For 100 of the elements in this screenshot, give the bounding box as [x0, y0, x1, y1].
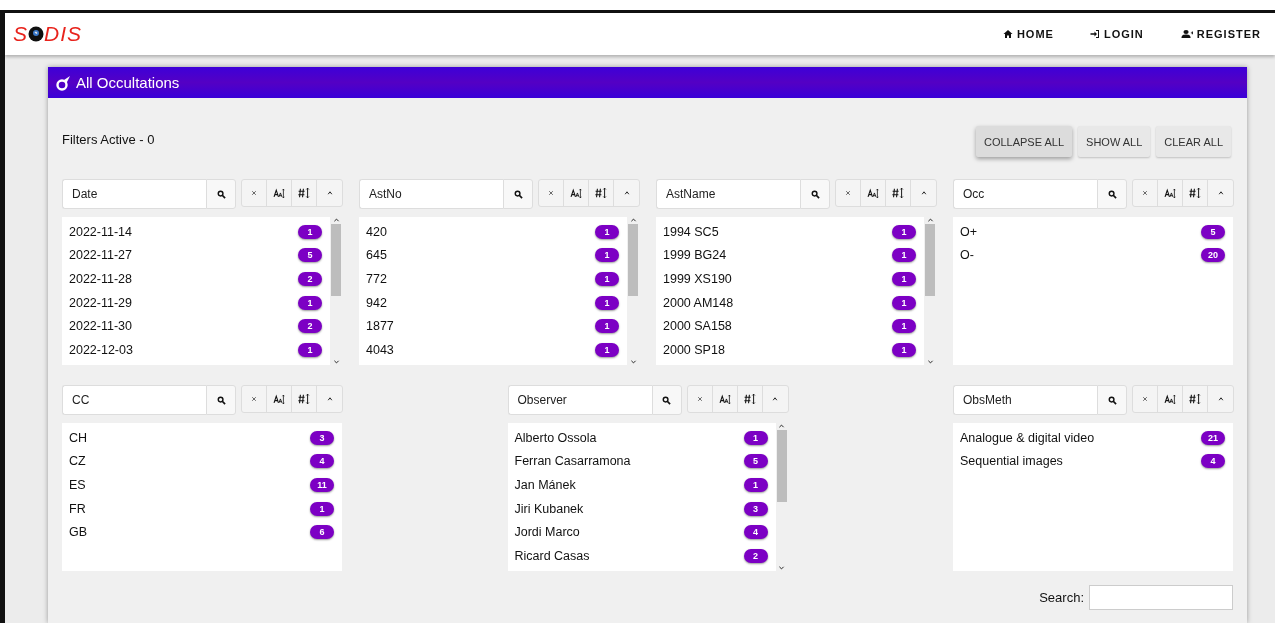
count-badge: 5 — [1201, 224, 1225, 239]
count-badge: 11 — [310, 478, 334, 492]
facet-value[interactable]: 1994 SC5 — [663, 224, 719, 239]
facet-value[interactable]: 2000 SP18 — [663, 342, 725, 357]
count-badge: 1 — [595, 295, 619, 310]
facet-value[interactable]: 4043 — [366, 342, 394, 357]
search-button[interactable] — [206, 385, 236, 415]
facet-value[interactable]: Jordi Marco — [514, 525, 580, 540]
facet-value[interactable]: Ferran Casarramona — [514, 454, 631, 469]
search-icon — [1107, 189, 1117, 199]
search-button[interactable] — [651, 385, 682, 415]
close-icon — [1142, 190, 1148, 196]
count-badge: 1 — [310, 501, 334, 516]
nav-link[interactable]: REGISTER — [1179, 28, 1261, 40]
count-badge: 3 — [310, 430, 334, 445]
facet-value[interactable]: 2022-11-27 — [69, 248, 132, 263]
facet-search-field[interactable]: CC — [62, 385, 206, 415]
search-button[interactable] — [503, 179, 533, 209]
facet-value[interactable]: 645 — [366, 248, 387, 263]
facet-value[interactable]: Alberto Ossola — [514, 430, 597, 445]
sort-alpha-icon — [1162, 393, 1178, 405]
facet-value[interactable]: 2022-11-30 — [69, 319, 132, 334]
count-badge: 2 — [298, 272, 322, 286]
search-button[interactable] — [1097, 385, 1127, 415]
count-badge: 5 — [298, 248, 322, 263]
facet-search-field[interactable]: AstNo — [359, 179, 503, 209]
count-badge: 1 — [298, 224, 322, 239]
facet-search-field[interactable]: Occ — [953, 179, 1097, 209]
count-badge: 2 — [743, 548, 768, 563]
count-badge: 6 — [310, 525, 334, 540]
search-field[interactable] — [1089, 585, 1233, 610]
facet-value[interactable]: O+ — [960, 224, 978, 239]
count-badge: 1 — [892, 272, 916, 286]
facet-search-field[interactable]: Date — [62, 179, 206, 209]
toolbar-button[interactable]: CLEAR ALL — [1156, 126, 1231, 157]
facet-value[interactable]: Analogue & digital video — [960, 430, 1095, 445]
count-badge: 1 — [892, 319, 916, 334]
sort-alpha-icon — [271, 393, 287, 405]
toolbar-button[interactable]: SHOW ALL — [1078, 126, 1151, 157]
facet-search-field[interactable]: ObsMeth — [953, 385, 1097, 415]
facet-value[interactable]: 1999 XS190 — [663, 272, 732, 286]
close-icon — [696, 396, 703, 402]
facet-value[interactable]: CH — [69, 430, 88, 445]
facet-value[interactable]: O- — [960, 248, 974, 263]
nav-link[interactable]: HOME — [1002, 28, 1054, 40]
count-badge: 4 — [743, 525, 768, 540]
sort-number-icon — [742, 393, 757, 405]
nav-link[interactable]: LOGIN — [1089, 28, 1144, 40]
count-badge: 4 — [1201, 454, 1225, 469]
filters-status: Filters Active - 0 — [62, 132, 155, 147]
facet-value[interactable]: Sequential images — [960, 454, 1063, 469]
search-button[interactable] — [206, 179, 236, 209]
search-button[interactable] — [1097, 179, 1127, 209]
facet-value[interactable]: 942 — [366, 295, 387, 310]
close-icon — [251, 190, 257, 196]
sort-alpha-icon — [271, 187, 287, 199]
count-badge: 1 — [595, 319, 619, 334]
login-icon — [1089, 29, 1100, 39]
facet-value[interactable]: 2022-11-14 — [69, 224, 132, 239]
count-badge: 1 — [298, 295, 322, 310]
close-icon — [251, 396, 257, 402]
count-badge: 3 — [743, 501, 768, 516]
chevron-up-icon — [623, 190, 630, 196]
close-icon — [845, 190, 851, 196]
count-badge: 4 — [310, 454, 334, 469]
chevron-up-icon — [772, 396, 778, 402]
facet-search-field[interactable]: Observer — [507, 385, 652, 415]
toolbar-button[interactable]: COLLAPSE ALL — [975, 126, 1073, 157]
facet-value[interactable]: CZ — [69, 454, 86, 469]
chevron-up-icon — [920, 190, 927, 196]
facet-value[interactable]: ES — [69, 478, 86, 492]
facet-value[interactable]: 2022-11-28 — [69, 272, 132, 286]
home-icon — [1002, 29, 1013, 39]
chevron-down-icon — [778, 564, 785, 571]
facet-value[interactable]: Jan Mánek — [514, 478, 576, 492]
sodis-logo[interactable]: S DIS — [13, 22, 83, 46]
facet-value[interactable]: 2000 AM148 — [663, 295, 734, 310]
facet-value[interactable]: 1877 — [366, 319, 394, 334]
facet-value[interactable]: Ricard Casas — [514, 548, 590, 563]
facet-value[interactable]: 2022-12-03 — [69, 342, 133, 357]
sort-alpha-icon — [568, 187, 584, 199]
facet-value[interactable]: 420 — [366, 224, 387, 239]
search-button[interactable] — [800, 179, 830, 209]
close-icon — [548, 190, 554, 196]
facet-value[interactable]: Jiri Kubanek — [514, 501, 584, 516]
globe-icon — [28, 26, 44, 42]
chevron-up-icon — [926, 217, 934, 224]
facet-value[interactable]: GB — [69, 525, 88, 540]
facet-value[interactable]: 2000 SA158 — [663, 319, 732, 334]
count-badge: 5 — [743, 454, 768, 469]
sort-number-icon — [594, 187, 608, 199]
facet-search-field[interactable]: AstName — [656, 179, 800, 209]
facet-value[interactable]: 772 — [366, 272, 387, 286]
chevron-up-icon — [1217, 396, 1224, 402]
chevron-down-icon — [926, 358, 934, 365]
facet-value[interactable]: FR — [69, 501, 86, 516]
facet-value[interactable]: 1999 BG24 — [663, 248, 727, 263]
count-badge: 1 — [892, 295, 916, 310]
facet-value[interactable]: 2022-11-29 — [69, 295, 132, 310]
count-badge: 2 — [298, 319, 322, 334]
